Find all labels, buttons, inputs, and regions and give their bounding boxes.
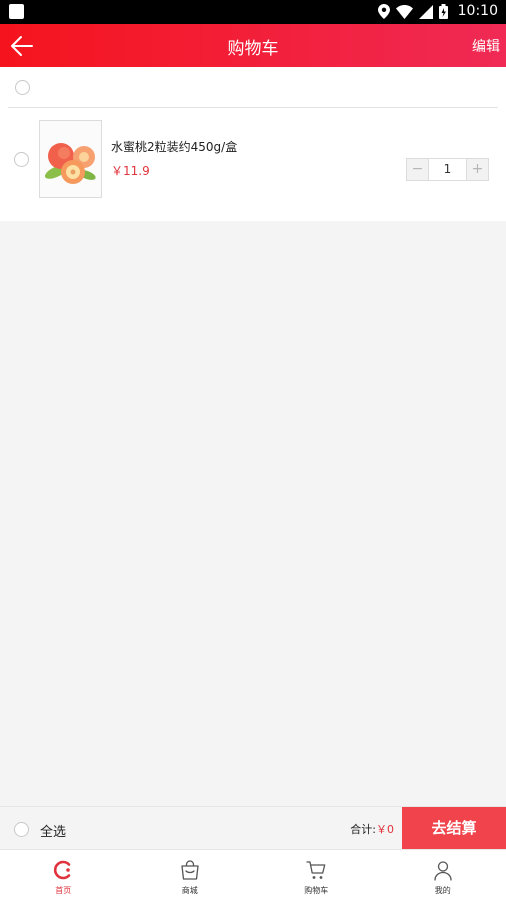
- quantity-value[interactable]: 1: [428, 159, 467, 180]
- checkout-button[interactable]: 去结算: [402, 807, 506, 850]
- store-select-radio[interactable]: [15, 80, 30, 95]
- location-icon: [378, 4, 390, 19]
- tab-home-label: 首页: [55, 886, 72, 895]
- cart-icon: [306, 861, 326, 879]
- increase-button[interactable]: +: [467, 159, 488, 180]
- user-icon: [434, 861, 452, 881]
- status-time: 10:10: [457, 3, 498, 19]
- page-title: 购物车: [227, 39, 279, 59]
- notification-icon: [9, 4, 24, 19]
- quantity-stepper: − 1 +: [406, 158, 489, 181]
- decrease-button[interactable]: −: [407, 159, 428, 180]
- edit-button[interactable]: 编辑: [472, 36, 500, 56]
- product-name[interactable]: 水蜜桃2粒装约450g/盒: [111, 138, 237, 155]
- tab-me[interactable]: 我的: [380, 850, 506, 900]
- product-image[interactable]: [39, 120, 102, 198]
- wifi-icon: [396, 4, 413, 19]
- total-price: 合计:￥0: [350, 821, 394, 837]
- item-select-radio[interactable]: [14, 152, 29, 167]
- total-amount: ￥0: [376, 823, 394, 836]
- cart-item: 水蜜桃2粒装约450g/盒 ￥11.9 − 1 +: [0, 108, 506, 221]
- tab-home[interactable]: 首页: [0, 850, 127, 900]
- select-all-label[interactable]: 全选: [40, 821, 66, 840]
- cart-list: 水蜜桃2粒装约450g/盒 ￥11.9 − 1 +: [0, 67, 506, 221]
- tab-cart[interactable]: 购物车: [253, 850, 380, 900]
- status-bar: 10:10: [0, 0, 506, 24]
- checkout-bar: 全选 合计:￥0 去结算: [0, 806, 506, 850]
- store-row: [8, 67, 498, 108]
- signal-icon: [419, 4, 433, 19]
- bottom-tab-bar: 首页 商城 购物车 我的: [0, 849, 506, 900]
- total-label: 合计:: [350, 823, 376, 836]
- status-icons: [378, 4, 448, 19]
- select-all-radio[interactable]: [14, 822, 29, 837]
- home-icon: [54, 860, 71, 880]
- tab-cart-label: 购物车: [304, 886, 329, 895]
- product-price: ￥11.9: [111, 164, 150, 178]
- battery-icon: [439, 4, 448, 19]
- tab-shop-label: 商城: [181, 886, 198, 895]
- tab-shop[interactable]: 商城: [127, 850, 254, 900]
- tab-me-label: 我的: [434, 886, 451, 895]
- shop-bag-icon: [181, 860, 199, 880]
- app-header: 购物车 编辑: [0, 24, 506, 67]
- peach-image: [44, 143, 96, 184]
